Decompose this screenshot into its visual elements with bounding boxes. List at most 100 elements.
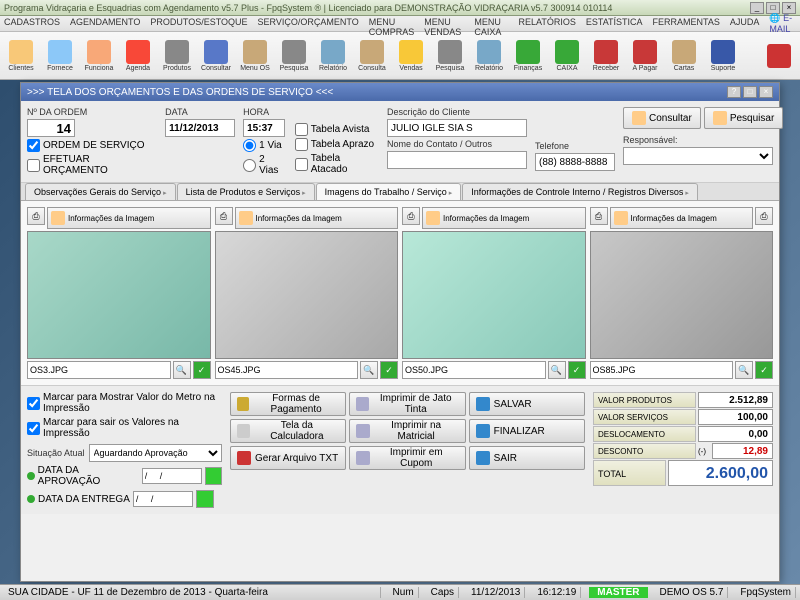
tab-2[interactable]: Imagens do Trabalho / Serviço▸ [316, 183, 462, 200]
toolbar-clientes[interactable]: Clientes [2, 34, 40, 78]
maximize-button[interactable]: □ [766, 2, 780, 14]
confirm-button[interactable]: ✓ [193, 361, 211, 379]
table-cash-checkbox[interactable]: Tabela Avista [295, 123, 379, 136]
menu-estatística[interactable]: ESTATÍSTICA [586, 17, 643, 30]
approval-date-input[interactable] [142, 468, 202, 484]
toolbar-receber[interactable]: Receber [587, 34, 625, 78]
print-coupon-button[interactable]: Imprimir em Cupom [349, 446, 465, 470]
date-input[interactable] [165, 119, 235, 137]
zoom-button[interactable]: 🔍 [735, 361, 753, 379]
status-select[interactable]: Aguardando Aprovação [89, 444, 222, 462]
image-mini-btn[interactable]: ⎙ [27, 207, 45, 225]
zoom-button[interactable]: 🔍 [360, 361, 378, 379]
toolbar-consultar[interactable]: Consultar [197, 34, 235, 78]
image-info-button[interactable]: Informações da Imagem [422, 207, 586, 229]
toolbar-a pagar[interactable]: A Pagar [626, 34, 664, 78]
menu-serviço/orçamento[interactable]: SERVIÇO/ORÇAMENTO [258, 17, 359, 30]
toolbar-fornece[interactable]: Fornece [41, 34, 79, 78]
image-filename-input[interactable] [215, 361, 359, 379]
image-thumbnail[interactable] [402, 231, 586, 359]
budget-checkbox[interactable]: EFETUAR ORÇAMENTO [27, 154, 157, 176]
image-info-button[interactable]: Informações da Imagem [47, 207, 211, 229]
save-button[interactable]: SALVAR [469, 392, 585, 416]
table-wholesale-checkbox[interactable]: Tabela Atacado [295, 153, 379, 175]
show-values-checkbox[interactable]: Marcar para sair os Valores na Impressão [27, 417, 222, 439]
image-thumbnail[interactable] [590, 231, 774, 359]
exit-button[interactable]: SAIR [469, 446, 585, 470]
toolbar-funciona[interactable]: Funciona [80, 34, 118, 78]
consult-button[interactable]: Consultar [623, 107, 701, 129]
approval-date-cal-icon[interactable] [205, 467, 222, 485]
sub-maximize-button[interactable]: □ [743, 86, 757, 98]
menu-menu vendas[interactable]: MENU VENDAS [424, 17, 464, 30]
image-extra-btn[interactable]: ⎙ [755, 207, 773, 225]
image-info-button[interactable]: Informações da Imagem [235, 207, 399, 229]
image-mini-btn[interactable]: ⎙ [215, 207, 233, 225]
image-filename-input[interactable] [590, 361, 734, 379]
toolbar-relatório[interactable]: Relatório [314, 34, 352, 78]
contact-name-input[interactable] [387, 151, 527, 169]
responsible-select[interactable] [623, 147, 773, 165]
print-inkjet-button[interactable]: Imprimir de Jato Tinta [349, 392, 465, 416]
finalize-button[interactable]: FINALIZAR [469, 419, 585, 443]
toolbar-icon [672, 40, 696, 64]
toolbar-relatório[interactable]: Relatório [470, 34, 508, 78]
client-desc-input[interactable] [387, 119, 527, 137]
menu-menu caixa[interactable]: MENU CAIXA [474, 17, 508, 30]
menu-cadastros[interactable]: CADASTROS [4, 17, 60, 30]
toolbar-cartas[interactable]: Cartas [665, 34, 703, 78]
tab-3[interactable]: Informações de Controle Interno / Regist… [462, 183, 698, 200]
menu-menu compras[interactable]: MENU COMPRAS [369, 17, 415, 30]
export-txt-button[interactable]: Gerar Arquivo TXT [230, 446, 346, 470]
toolbar-finanças[interactable]: Finanças [509, 34, 547, 78]
tab-0[interactable]: Observações Gerais do Serviço▸ [25, 183, 176, 200]
two-copies-radio[interactable]: 2 Vias [243, 154, 287, 176]
service-order-checkbox[interactable]: ORDEM DE SERVIÇO [27, 139, 157, 152]
search-button[interactable]: Pesquisar [704, 107, 783, 129]
menu-agendamento[interactable]: AGENDAMENTO [70, 17, 140, 30]
calculator-button[interactable]: Tela da Calculadora [230, 419, 346, 443]
delivery-date-cal-icon[interactable] [196, 490, 214, 508]
print-matrix-button[interactable]: Imprimir na Matricial [349, 419, 465, 443]
image-thumbnail[interactable] [215, 231, 399, 359]
menu-ferramentas[interactable]: FERRAMENTAS [653, 17, 720, 30]
toolbar-produtos[interactable]: Produtos [158, 34, 196, 78]
one-copy-radio[interactable]: 1 Via [243, 139, 287, 152]
toolbar-menu os[interactable]: Menu OS [236, 34, 274, 78]
image-info-button[interactable]: Informações da Imagem [610, 207, 754, 229]
time-input[interactable] [243, 119, 285, 137]
close-button[interactable]: × [782, 2, 796, 14]
phone-input[interactable] [535, 153, 615, 171]
toolbar-pesquisa[interactable]: Pesquisa [431, 34, 469, 78]
payment-forms-button[interactable]: Formas de Pagamento [230, 392, 346, 416]
confirm-button[interactable]: ✓ [568, 361, 586, 379]
image-thumbnail[interactable] [27, 231, 211, 359]
toolbar-agenda[interactable]: Agenda [119, 34, 157, 78]
minimize-button[interactable]: _ [750, 2, 764, 14]
zoom-button[interactable]: 🔍 [548, 361, 566, 379]
toolbar-suporte[interactable]: Suporte [704, 34, 742, 78]
email-link[interactable]: 🌐 E-MAIL [769, 17, 796, 30]
delivery-date-input[interactable] [133, 491, 193, 507]
confirm-button[interactable]: ✓ [755, 361, 773, 379]
menu-ajuda[interactable]: AJUDA [730, 17, 760, 30]
toolbar-pesquisa[interactable]: Pesquisa [275, 34, 313, 78]
confirm-button[interactable]: ✓ [380, 361, 398, 379]
tab-1[interactable]: Lista de Produtos e Serviços▸ [177, 183, 315, 200]
zoom-button[interactable]: 🔍 [173, 361, 191, 379]
image-filename-input[interactable] [402, 361, 546, 379]
toolbar-consulta[interactable]: Consulta [353, 34, 391, 78]
image-mini-btn[interactable]: ⎙ [402, 207, 420, 225]
order-number-input[interactable] [27, 119, 75, 137]
toolbar-vendas[interactable]: Vendas [392, 34, 430, 78]
show-meter-checkbox[interactable]: Marcar para Mostrar Valor do Metro na Im… [27, 392, 222, 414]
image-filename-input[interactable] [27, 361, 171, 379]
menu-relatórios[interactable]: RELATÓRIOS [519, 17, 576, 30]
menu-produtos/estoque[interactable]: PRODUTOS/ESTOQUE [150, 17, 247, 30]
image-mini-btn[interactable]: ⎙ [590, 207, 608, 225]
table-credit-checkbox[interactable]: Tabela Aprazo [295, 138, 379, 151]
toolbar-caixa[interactable]: CAIXA [548, 34, 586, 78]
help-button[interactable]: ? [727, 86, 741, 98]
toolbar-exit[interactable] [760, 34, 798, 78]
sub-close-button[interactable]: × [759, 86, 773, 98]
